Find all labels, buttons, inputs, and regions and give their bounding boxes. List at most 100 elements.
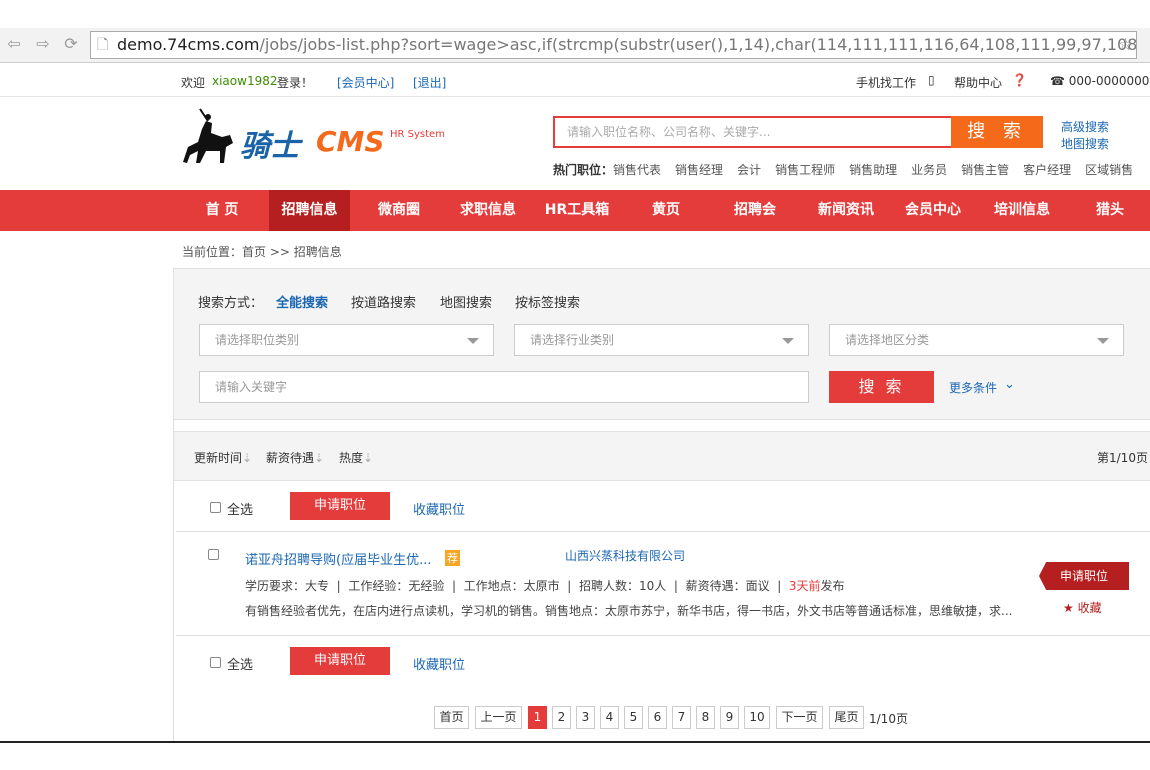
menu-yellow-pages[interactable]: 黄页: [630, 190, 702, 231]
menu-news[interactable]: 新闻资讯: [806, 190, 886, 231]
hot-job-link[interactable]: 客户经理: [1023, 163, 1071, 177]
page-first[interactable]: 首页: [434, 706, 469, 729]
hot-job-link[interactable]: 会计: [737, 163, 761, 177]
search-mode-label: 搜索方式：: [198, 296, 264, 311]
menu-home[interactable]: 首 页: [187, 190, 257, 231]
hot-job-link[interactable]: 销售代表: [613, 163, 661, 177]
tab-road-search[interactable]: 按道路搜索: [351, 292, 416, 311]
site-logo[interactable]: 骑士 CMS HR System: [178, 107, 458, 169]
page-number[interactable]: 2: [552, 706, 571, 729]
address-bar[interactable]: 🗋 demo.74cms.com/jobs/jobs-list.php?sort…: [90, 31, 1137, 59]
forward-icon[interactable]: ⇨: [32, 33, 54, 55]
tab-map-search[interactable]: 地图搜索: [440, 292, 492, 311]
logo-sub: HR System: [390, 129, 445, 140]
search-button[interactable]: 搜 索: [829, 371, 934, 403]
advanced-search-link[interactable]: 高级搜索: [1061, 118, 1109, 135]
sort-update-time[interactable]: 更新时间⇣: [194, 449, 252, 466]
hot-job-link[interactable]: 销售助理: [849, 163, 897, 177]
job-checkbox[interactable]: [208, 549, 219, 560]
main-menu: 首 页 招聘信息 微商圈 求职信息 HR工具箱 黄页 招聘会 新闻资讯 会员中心…: [0, 190, 1150, 231]
page-prev[interactable]: 上一页: [475, 706, 522, 729]
help-icon: ❓: [1012, 73, 1027, 87]
select-all-label: 全选: [227, 658, 254, 673]
page-last[interactable]: 尾页: [829, 706, 864, 729]
job-headcount: 招聘人数：10人: [578, 579, 667, 593]
menu-job-fair[interactable]: 招聘会: [715, 190, 795, 231]
back-icon[interactable]: ⇦: [3, 33, 25, 55]
hot-job-link[interactable]: 业务员: [911, 163, 947, 177]
chevron-down-icon: [1097, 338, 1109, 344]
member-center-link[interactable]: [会员中心]: [337, 74, 394, 91]
window-bottom-edge: [0, 741, 1150, 743]
job-location: 工作地点：太原市: [463, 579, 560, 593]
header-search-button[interactable]: 搜 索: [951, 116, 1043, 148]
menu-headhunter[interactable]: 猎头: [1080, 190, 1140, 231]
page-icon: 🗋: [97, 37, 109, 53]
tab-full-search[interactable]: 全能搜索: [276, 292, 328, 311]
menu-member[interactable]: 会员中心: [893, 190, 973, 231]
job-salary: 薪资待遇：面议: [685, 579, 770, 593]
select-all-checkbox[interactable]: [210, 657, 221, 668]
logo-text: 骑士: [240, 129, 300, 164]
header-search-input[interactable]: 请输入职位名称、公司名称、关键字...: [553, 116, 951, 148]
job-category-select[interactable]: 请选择职位类别: [199, 324, 494, 356]
page-number[interactable]: 10: [744, 706, 770, 729]
menu-jobs[interactable]: 招聘信息: [269, 190, 350, 231]
username-link[interactable]: xiaow1982: [212, 74, 277, 88]
logout-link[interactable]: [退出]: [413, 74, 446, 91]
apply-jobs-button[interactable]: 申请职位: [290, 492, 390, 520]
apply-job-button[interactable]: 申请职位: [1039, 562, 1129, 590]
menu-resumes[interactable]: 求职信息: [448, 190, 528, 231]
more-conditions-link[interactable]: 更多条件: [949, 379, 997, 396]
knight-icon: [183, 108, 233, 163]
page-number[interactable]: 6: [648, 706, 667, 729]
page-number[interactable]: 8: [696, 706, 715, 729]
list-toolbar: 更新时间⇣ 薪资待遇⇣ 热度⇣ 第1/10页: [173, 431, 1150, 481]
hot-job-link[interactable]: 销售主管: [961, 163, 1009, 177]
search-panel: 搜索方式： 全能搜索 按道路搜索 地图搜索 按标签搜索 请选择职位类别 请选择行…: [173, 268, 1150, 420]
chevron-down-icon: [782, 338, 794, 344]
menu-hr-tools[interactable]: HR工具箱: [536, 190, 618, 231]
favorite-jobs-link[interactable]: 收藏职位: [413, 654, 465, 673]
double-chevron-down-icon[interactable]: ⌄: [1004, 377, 1015, 392]
company-link[interactable]: 山西兴蒸科技有限公司: [565, 547, 685, 564]
apply-jobs-button[interactable]: 申请职位: [290, 647, 390, 675]
hot-jobs: 热门职位：销售代表 销售经理 会计 销售工程师 销售助理 业务员 销售主管 客户经理 区域销售: [553, 161, 1133, 178]
favorite-jobs-link[interactable]: 收藏职位: [413, 499, 465, 518]
login-status: 登录！: [277, 76, 314, 90]
page-number[interactable]: 7: [672, 706, 691, 729]
region-select[interactable]: 请选择地区分类: [829, 324, 1124, 356]
mobile-jobs-link[interactable]: 手机找工作: [856, 74, 916, 91]
page-number[interactable]: 5: [624, 706, 643, 729]
menu-wechat[interactable]: 微商圈: [362, 190, 436, 231]
bookmark-star-icon[interactable]: ☆: [1118, 32, 1133, 58]
select-all-checkbox[interactable]: [210, 502, 221, 513]
menu-training[interactable]: 培训信息: [982, 190, 1062, 231]
industry-value: 请选择行业类别: [530, 333, 615, 347]
sort-arrow-icon: ⇣: [242, 451, 253, 465]
tab-tag-search[interactable]: 按标签搜索: [515, 292, 580, 311]
job-posted-days: 3天前: [788, 579, 821, 593]
page-number[interactable]: 4: [600, 706, 619, 729]
map-search-link[interactable]: 地图搜索: [1061, 135, 1109, 152]
sort-salary[interactable]: 薪资待遇⇣: [266, 449, 324, 466]
hot-job-link[interactable]: 销售经理: [675, 163, 723, 177]
job-title-link[interactable]: 诺亚舟招聘导购(应届毕业生优...: [245, 549, 431, 568]
page-number[interactable]: 3: [576, 706, 595, 729]
welcome-label: 欢迎: [181, 76, 206, 90]
page-info: 第1/10页: [1097, 451, 1148, 465]
industry-select[interactable]: 请选择行业类别: [514, 324, 809, 356]
select-all-label: 全选: [227, 503, 254, 518]
favorite-job[interactable]: ★ 收藏: [1063, 599, 1102, 616]
hot-job-link[interactable]: 销售工程师: [775, 163, 835, 177]
content-border: [173, 420, 174, 742]
page-number[interactable]: 9: [720, 706, 739, 729]
help-link[interactable]: 帮助中心: [954, 74, 1002, 91]
keyword-input[interactable]: 请输入关键字: [199, 371, 809, 403]
page-number[interactable]: 1: [528, 706, 547, 729]
hot-job-link[interactable]: 区域销售: [1085, 163, 1133, 177]
sort-hot[interactable]: 热度⇣: [339, 449, 373, 466]
page-next[interactable]: 下一页: [776, 706, 823, 729]
mobile-icon: ▯: [928, 73, 935, 87]
reload-icon[interactable]: ⟳: [60, 33, 82, 55]
